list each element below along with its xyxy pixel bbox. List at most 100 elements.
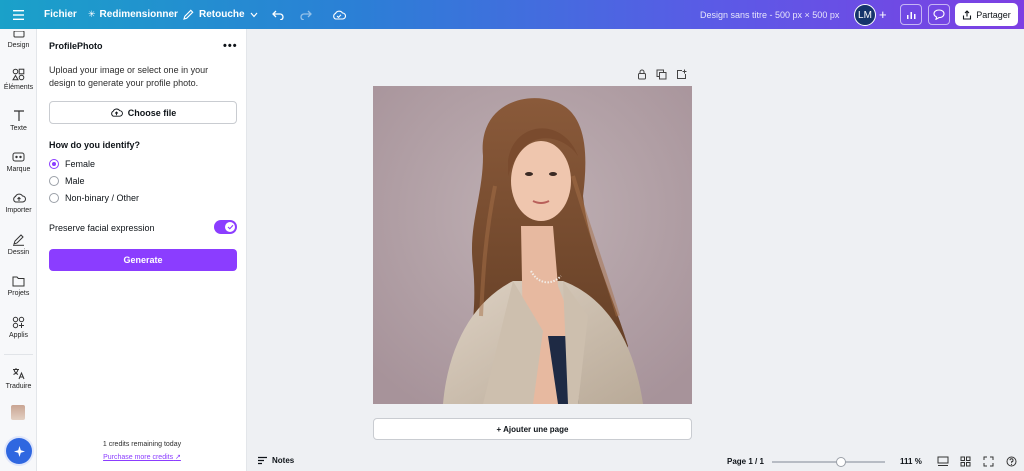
- apps-icon: [12, 316, 25, 329]
- help-icon[interactable]: [1006, 456, 1017, 469]
- rail-item-label: Traduire: [5, 383, 32, 390]
- rail-item-draw[interactable]: Dessin: [0, 233, 37, 256]
- rail-item-label: Marque: [6, 166, 31, 173]
- external-link-icon: ↗: [175, 454, 181, 461]
- add-collaborator-icon[interactable]: +: [879, 0, 887, 29]
- pencil-icon: [183, 9, 194, 20]
- sparkle-icon: ✳: [88, 9, 96, 19]
- radio-option-female[interactable]: Female: [49, 159, 95, 169]
- retouch-button[interactable]: Retouche: [183, 0, 258, 29]
- notes-icon: [258, 456, 267, 465]
- add-page-button[interactable]: + Ajouter une page: [373, 418, 692, 440]
- notes-button[interactable]: Notes: [257, 456, 294, 465]
- rail-item-design[interactable]: Design: [0, 31, 37, 49]
- bottom-bar: Notes Page 1 / 1 111 %: [248, 453, 1024, 471]
- sparkle-icon: [13, 445, 25, 457]
- duplicate-page-icon[interactable]: [656, 69, 667, 80]
- rail-item-projects[interactable]: Projets: [0, 275, 37, 297]
- text-icon: [13, 110, 24, 121]
- retouch-label: Retouche: [199, 9, 245, 20]
- credits-remaining: 1 credits remaining today: [102, 441, 182, 448]
- undo-icon[interactable]: [272, 0, 284, 29]
- page-indicator[interactable]: Page 1 / 1: [727, 457, 764, 466]
- rail-item-label: Design: [7, 42, 30, 49]
- rail-item-apps[interactable]: Applis: [0, 316, 37, 339]
- translate-icon: [13, 368, 25, 380]
- rail-item-label: Applis: [8, 332, 29, 339]
- design-icon: [13, 31, 24, 38]
- rail-item-elements[interactable]: Éléments: [0, 68, 37, 91]
- choose-file-label: Choose file: [127, 107, 177, 118]
- resize-label: Redimensionner: [99, 9, 178, 20]
- radio-option-nonbinary[interactable]: Non-binary / Other: [49, 193, 139, 203]
- document-title[interactable]: Design sans titre - 500 px × 500 px: [700, 0, 839, 29]
- toggle-knob: [225, 222, 235, 232]
- insights-button[interactable]: [900, 4, 922, 25]
- rail-item-label: Dessin: [7, 249, 30, 256]
- upload-cloud-icon: [12, 193, 26, 203]
- radio-label: Male: [65, 176, 85, 186]
- comment-icon: [933, 9, 945, 20]
- chevron-down-icon: [250, 12, 258, 17]
- panel-title: ProfilePhoto: [49, 41, 103, 51]
- left-rail: Design Éléments Texte Marque Importer De…: [0, 29, 37, 471]
- resize-button[interactable]: ✳ Redimensionner: [88, 0, 178, 29]
- comments-button[interactable]: [928, 4, 950, 25]
- radio-icon[interactable]: [49, 176, 59, 186]
- fullscreen-icon[interactable]: [983, 456, 994, 469]
- share-icon: [963, 9, 972, 20]
- rail-item-brand[interactable]: Marque: [0, 150, 37, 173]
- share-button[interactable]: Partager: [955, 3, 1018, 26]
- file-menu[interactable]: Fichier: [44, 0, 77, 29]
- purchase-label: Purchase more credits: [103, 454, 174, 461]
- rail-item-upload[interactable]: Importer: [0, 192, 37, 214]
- radio-label: Non-binary / Other: [65, 193, 140, 203]
- radio-selected-icon[interactable]: [49, 159, 59, 169]
- rail-item-text[interactable]: Texte: [0, 109, 37, 132]
- brand-icon: [12, 152, 25, 162]
- rail-item-label: Texte: [10, 125, 27, 132]
- zoom-level[interactable]: 111 %: [900, 457, 922, 466]
- zoom-slider-handle[interactable]: [836, 457, 846, 467]
- rail-item-label: Éléments: [3, 84, 34, 91]
- bar-chart-icon: [906, 11, 915, 19]
- page-tools: [637, 69, 687, 80]
- rail-item-label: Projets: [7, 290, 30, 297]
- hamburger-icon[interactable]: [13, 0, 24, 29]
- upload-cloud-icon: [110, 108, 123, 117]
- radio-label: Female: [65, 159, 96, 169]
- portrait-illustration: [373, 86, 692, 404]
- panel-description: Upload your image or select one in your …: [49, 65, 209, 88]
- identify-heading: How do you identify?: [49, 140, 140, 150]
- elements-icon: [12, 68, 25, 81]
- zoom-slider[interactable]: [772, 461, 885, 463]
- redo-icon[interactable]: [300, 0, 312, 29]
- more-options-icon[interactable]: •••: [223, 40, 238, 52]
- grid-view-icon[interactable]: [960, 456, 971, 469]
- rail-item-label: Importer: [5, 207, 32, 214]
- cloud-saved-icon[interactable]: [332, 0, 346, 29]
- add-page-icon[interactable]: [676, 69, 687, 80]
- profile-photo-image[interactable]: [373, 86, 692, 404]
- lock-icon[interactable]: [637, 69, 647, 80]
- check-icon: [227, 224, 233, 230]
- canvas-area: + Ajouter une page: [248, 29, 1024, 453]
- avatar[interactable]: LM: [854, 4, 876, 26]
- rail-divider: [4, 354, 33, 355]
- top-toolbar: Fichier ✳ Redimensionner Retouche Design…: [0, 0, 1024, 29]
- share-label: Partager: [976, 9, 1011, 20]
- rail-item-translate[interactable]: Traduire: [0, 367, 37, 390]
- draw-icon: [13, 234, 24, 246]
- preserve-expression-label: Preserve facial expression: [49, 223, 155, 233]
- profile-photo-panel: ProfilePhoto ••• Upload your image or se…: [37, 29, 247, 471]
- choose-file-button[interactable]: Choose file: [49, 101, 237, 124]
- profile-photo-app-thumbnail[interactable]: [11, 405, 25, 420]
- preserve-expression-toggle[interactable]: [214, 220, 237, 234]
- page-view-icon[interactable]: [937, 456, 949, 469]
- radio-icon[interactable]: [49, 193, 59, 203]
- magic-assistant-button[interactable]: [6, 438, 32, 464]
- generate-button[interactable]: Generate: [49, 249, 237, 271]
- notes-label: Notes: [272, 456, 295, 465]
- purchase-credits-link[interactable]: Purchase more credits ↗: [37, 453, 247, 461]
- radio-option-male[interactable]: Male: [49, 176, 85, 186]
